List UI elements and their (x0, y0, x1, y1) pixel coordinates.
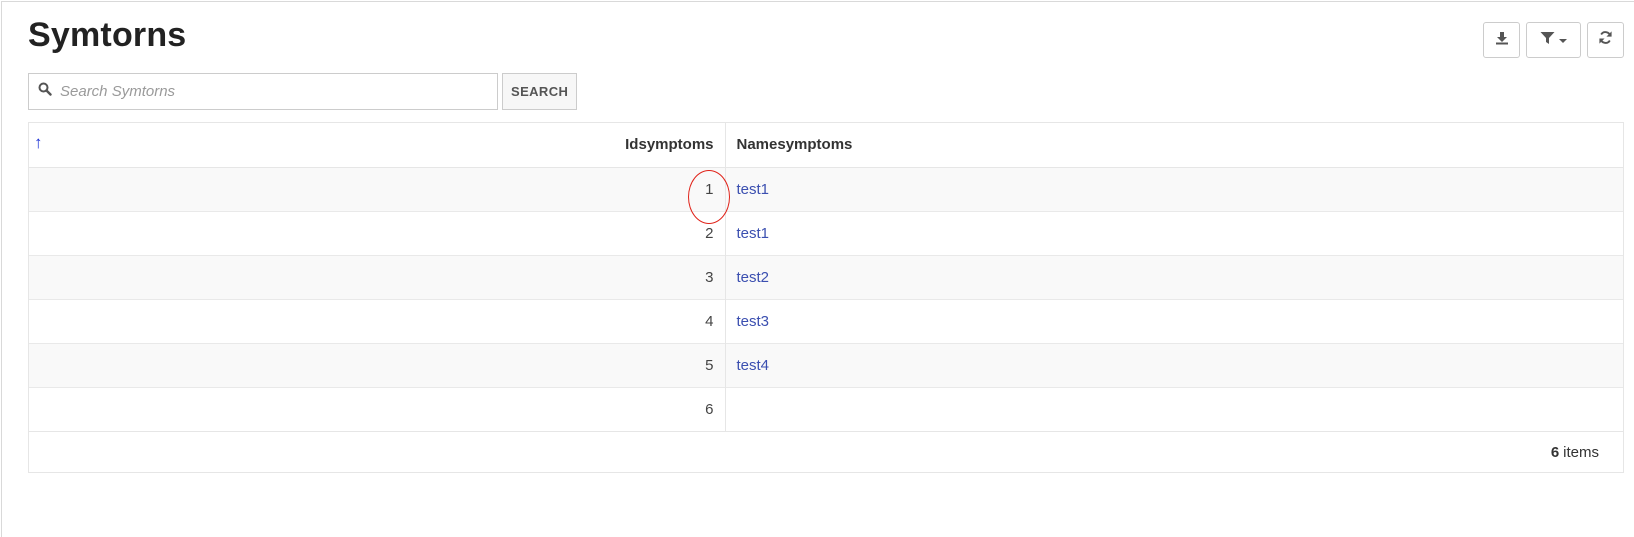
search-bar: SEARCH (28, 73, 578, 110)
table-header-row: ↑ Idsymptoms Namesymptoms (29, 123, 1623, 168)
search-input[interactable] (58, 82, 497, 101)
table-row[interactable]: 3 test2 (29, 254, 1623, 299)
chevron-down-icon (1559, 31, 1567, 49)
id-cell: 1 (29, 166, 730, 224)
id-cell: 2 (29, 210, 726, 255)
search-field (28, 73, 498, 110)
name-cell: test3 (725, 298, 1623, 343)
page-title: Symtorns (28, 16, 187, 54)
name-cell: test1 (725, 210, 1623, 255)
name-link[interactable]: test2 (737, 269, 770, 286)
id-value: 6 (705, 400, 714, 418)
refresh-icon (1598, 30, 1613, 50)
table-row[interactable]: 1 test1 (29, 166, 1623, 224)
table-row[interactable]: 6 (29, 386, 1623, 431)
id-cell: 4 (29, 298, 726, 343)
name-link[interactable]: test1 (737, 181, 770, 198)
table-row[interactable]: 4 test3 (29, 298, 1623, 343)
name-cell (725, 386, 1623, 431)
table-footer: 6 items (29, 431, 1623, 472)
id-cell: 6 (29, 386, 726, 431)
search-button[interactable]: SEARCH (502, 73, 578, 110)
id-cell: 3 (29, 254, 726, 299)
id-value: 2 (705, 224, 714, 242)
table-row[interactable]: 2 test1 (29, 210, 1623, 255)
column-header-idsymptoms[interactable]: ↑ Idsymptoms (29, 123, 726, 168)
column-header-namesymptoms[interactable]: Namesymptoms (725, 123, 1623, 168)
id-cell: 5 (29, 342, 726, 387)
name-cell: test4 (725, 342, 1623, 387)
filter-icon (1540, 31, 1555, 50)
item-count: 6 (1550, 443, 1560, 461)
sort-ascending-icon[interactable]: ↑ (34, 133, 43, 153)
id-value: 4 (705, 312, 714, 330)
id-value: 1 (705, 180, 714, 198)
symptoms-table: ↑ Idsymptoms Namesymptoms 1 test1 2 test… (28, 122, 1624, 473)
search-icon (38, 82, 52, 101)
name-cell: test1 (725, 166, 1623, 211)
table-row[interactable]: 5 test4 (29, 342, 1623, 387)
filter-button[interactable] (1526, 22, 1581, 58)
toolbar (1483, 22, 1624, 58)
id-value: 3 (705, 268, 714, 286)
refresh-button[interactable] (1587, 22, 1624, 58)
name-link[interactable]: test4 (737, 357, 770, 374)
name-cell: test2 (725, 254, 1623, 299)
name-link[interactable]: test3 (737, 313, 770, 330)
column-header-label: Namesymptoms (736, 136, 853, 154)
download-button[interactable] (1483, 22, 1520, 58)
download-icon (1495, 31, 1509, 50)
name-link[interactable]: test1 (737, 225, 770, 242)
id-value: 5 (705, 356, 714, 374)
items-label: items (1563, 443, 1599, 461)
column-header-label: Idsymptoms (625, 136, 714, 154)
